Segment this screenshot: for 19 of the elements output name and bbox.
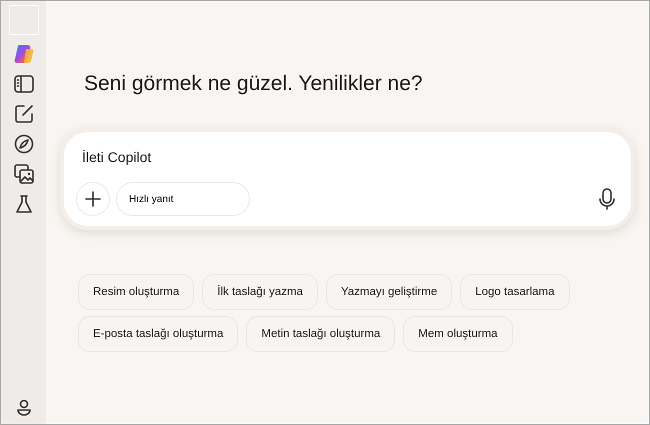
microphone-button[interactable] — [597, 187, 617, 212]
suggestion-chip[interactable]: Resim oluşturma — [78, 274, 194, 310]
logo-icon[interactable] — [12, 43, 34, 65]
suggestion-chip[interactable]: Mem oluşturma — [403, 316, 513, 352]
add-button[interactable] — [76, 182, 110, 216]
plus-icon — [84, 190, 102, 208]
images-icon[interactable] — [12, 163, 34, 185]
microphone-icon — [597, 187, 617, 212]
suggestion-chip[interactable]: İlk taslağı yazma — [202, 274, 318, 310]
suggestion-chip[interactable]: E-posta taslağı oluşturma — [78, 316, 238, 352]
greeting-heading: Seni görmek ne güzel. Yenilikler ne? — [84, 71, 424, 96]
message-input[interactable]: İleti Copilot — [76, 147, 617, 168]
response-mode-button[interactable]: Hızlı yanıt — [116, 182, 250, 216]
suggestion-chip[interactable]: Logo tasarlama — [460, 274, 570, 310]
suggestion-chip[interactable]: Metin taslağı oluşturma — [246, 316, 396, 352]
suggestion-chip[interactable]: Yazmayı geliştirme — [326, 274, 452, 310]
edit-icon[interactable] — [12, 103, 34, 125]
compass-icon[interactable] — [12, 133, 34, 155]
sidebar-toggle-icon[interactable] — [12, 73, 34, 95]
